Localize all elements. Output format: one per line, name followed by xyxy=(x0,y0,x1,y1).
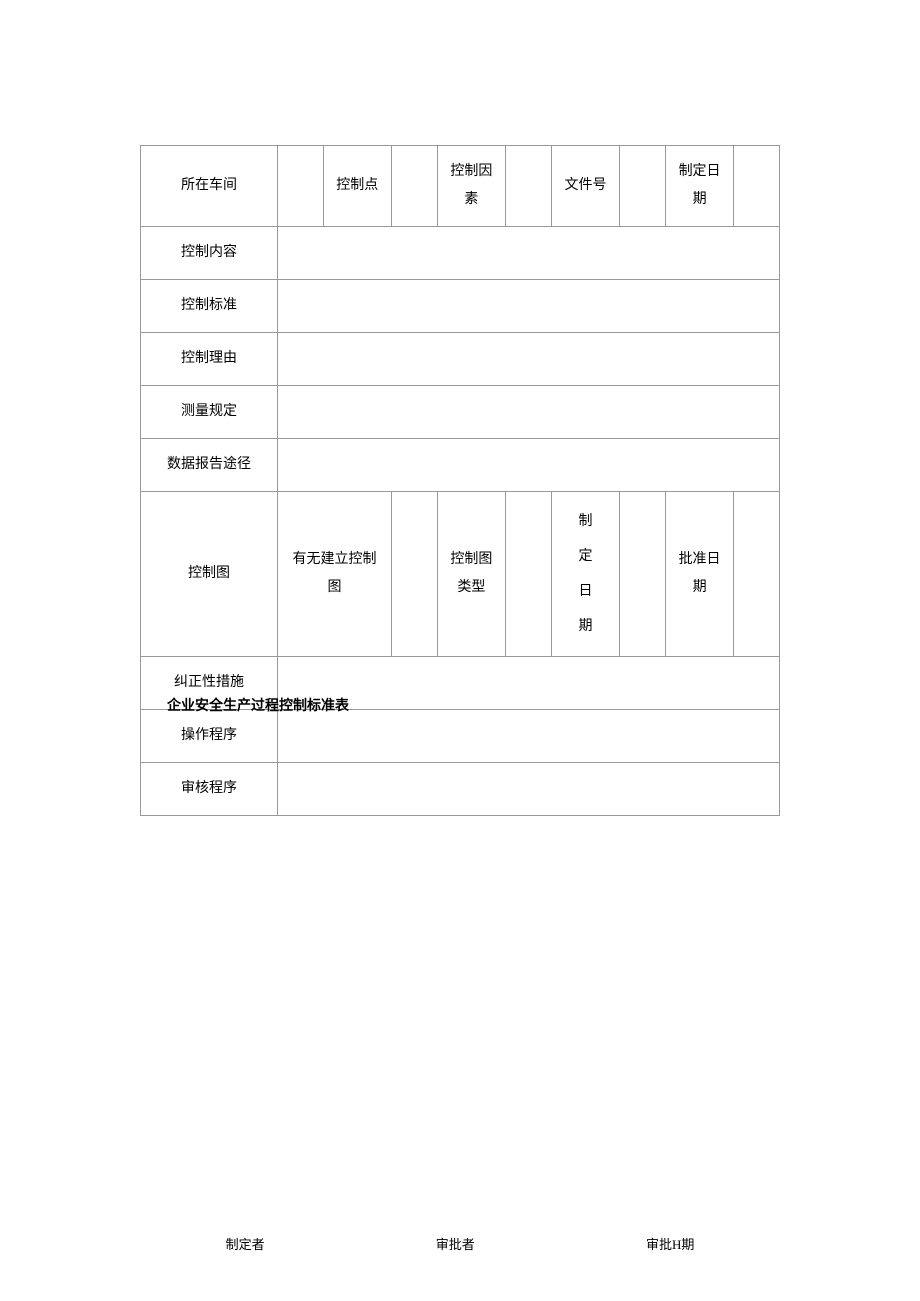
workshop-value xyxy=(277,146,323,227)
chart-approval-date-value xyxy=(734,492,780,657)
control-reason-value xyxy=(277,333,779,386)
control-standard-label: 控制标准 xyxy=(141,280,278,333)
control-reason-label: 控制理由 xyxy=(141,333,278,386)
control-point-label: 控制点 xyxy=(323,146,391,227)
chart-formulation-date-label: 制定日期 xyxy=(551,492,619,657)
control-standard-value xyxy=(277,280,779,333)
table-row: 数据报告途径 xyxy=(141,439,780,492)
footer-approver: 审批者 xyxy=(436,1234,475,1253)
operation-procedure-label: 操作程序 xyxy=(141,710,278,763)
table-row: 控制理由 xyxy=(141,333,780,386)
formulation-date-label: 制定日期 xyxy=(665,146,733,227)
subtitle-text: 企业安全生产过程控制标准表 xyxy=(167,695,349,715)
chart-formulation-date-value xyxy=(620,492,666,657)
chart-type-value xyxy=(506,492,552,657)
corrective-action-value xyxy=(277,657,779,710)
control-content-value xyxy=(277,227,779,280)
control-content-label: 控制内容 xyxy=(141,227,278,280)
control-point-value xyxy=(392,146,438,227)
table-row: 控制内容 xyxy=(141,227,780,280)
data-report-value xyxy=(277,439,779,492)
operation-procedure-value xyxy=(277,710,779,763)
table-row: 控制标准 xyxy=(141,280,780,333)
control-standard-table: 所在车间 控制点 控制因素 文件号 制定日期 控制内容 控制标准 控制理由 测量… xyxy=(140,145,780,816)
chart-type-label: 控制图类型 xyxy=(437,492,505,657)
doc-number-value xyxy=(620,146,666,227)
has-chart-value xyxy=(392,492,438,657)
control-factor-value xyxy=(506,146,552,227)
table-row: 测量规定 xyxy=(141,386,780,439)
has-chart-label: 有无建立控制图 xyxy=(277,492,391,657)
footer-approval-date: 审批H期 xyxy=(646,1234,694,1253)
data-report-label: 数据报告途径 xyxy=(141,439,278,492)
table-row-chart: 控制图 有无建立控制图 控制图类型 制定日期 批准日期 xyxy=(141,492,780,657)
formulation-date-value xyxy=(734,146,780,227)
doc-number-label: 文件号 xyxy=(551,146,619,227)
measurement-rule-label: 测量规定 xyxy=(141,386,278,439)
control-factor-label: 控制因素 xyxy=(437,146,505,227)
measurement-rule-value xyxy=(277,386,779,439)
footer-row: 制定者 审批者 审批H期 xyxy=(140,1234,780,1253)
table-row-header: 所在车间 控制点 控制因素 文件号 制定日期 xyxy=(141,146,780,227)
chart-approval-date-label: 批准日期 xyxy=(665,492,733,657)
control-chart-label: 控制图 xyxy=(141,492,278,657)
main-table: 所在车间 控制点 控制因素 文件号 制定日期 控制内容 控制标准 控制理由 测量… xyxy=(140,145,780,816)
footer-creator: 制定者 xyxy=(226,1234,265,1253)
table-row: 操作程序 xyxy=(141,710,780,763)
audit-procedure-label: 审核程序 xyxy=(141,763,278,816)
audit-procedure-value xyxy=(277,763,779,816)
workshop-label: 所在车间 xyxy=(141,146,278,227)
table-row: 审核程序 xyxy=(141,763,780,816)
